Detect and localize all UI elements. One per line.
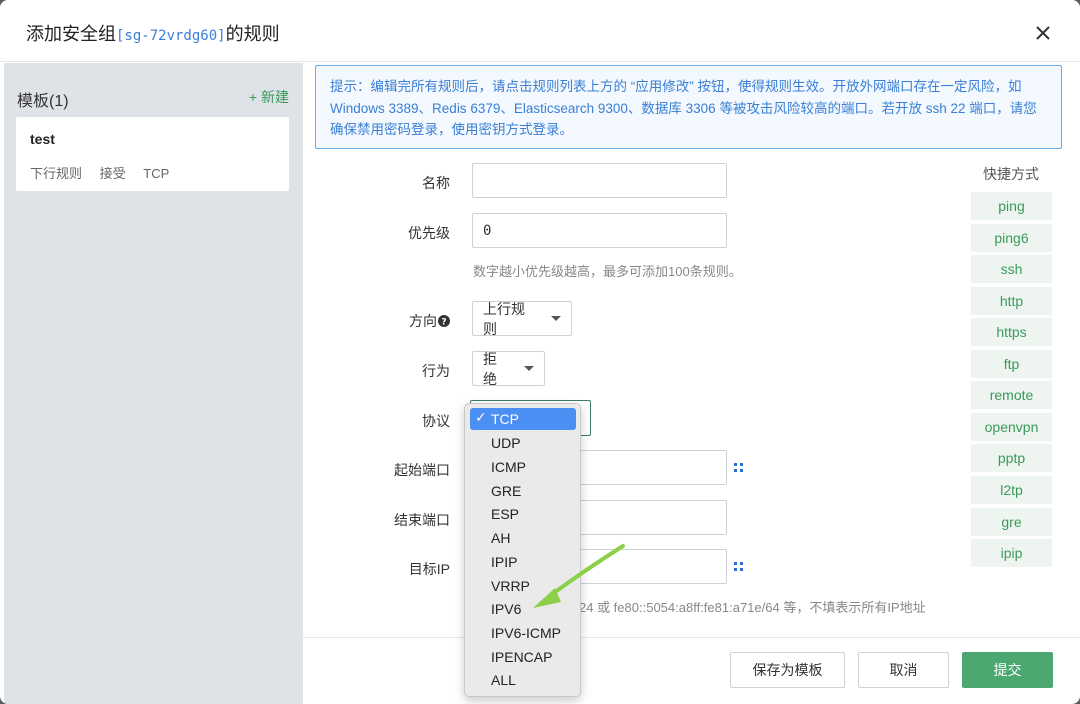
security-group-id: [sg-72vrdg60] [116,28,226,44]
action-label: 行为 [422,363,450,379]
quick-setting-ping6[interactable]: ping6 [971,224,1052,252]
quick-setting-l2tp[interactable]: l2tp [971,476,1052,504]
direction-label-text: 方向 [409,313,437,329]
svg-text:?: ? [441,318,446,328]
name-input[interactable] [472,163,727,198]
quick-setting-ping[interactable]: ping [971,192,1052,220]
protocol-dropdown-menu: ✓ TCP UDP ICMP GRE ESP AH IPIP VRRP IPV6… [464,403,581,697]
action-value: 拒绝 [483,350,497,387]
quick-settings-title: 快捷方式 [983,166,1039,182]
quick-setting-ssh[interactable]: ssh [971,255,1052,283]
dialog-title-suffix: 的规则 [225,24,280,44]
direction-select[interactable]: 上行规则 [472,300,572,337]
template-name: test [30,131,55,147]
quick-setting-https[interactable]: https [971,318,1052,346]
priority-label: 优先级 [408,225,450,241]
checkmark-icon: ✓ [475,409,487,425]
quick-setting-remote[interactable]: remote [971,381,1052,409]
protocol-option-vrrp[interactable]: VRRP [465,575,580,597]
quick-setting-ipip[interactable]: ipip [971,539,1052,567]
protocol-option-ipencap[interactable]: IPENCAP [465,646,580,668]
protocol-option-ah[interactable]: AH [465,527,580,549]
template-card[interactable]: test 下行规则 接受 TCP [16,117,289,191]
priority-input[interactable]: 0 [472,213,727,248]
dialog-title: 添加安全组[sg-72vrdg60]的规则 [26,20,280,46]
protocol-option-esp[interactable]: ESP [465,503,580,525]
chevron-down-icon [524,366,534,371]
template-protocol: TCP [143,166,170,181]
quick-setting-openvpn[interactable]: openvpn [971,413,1052,441]
direction-value: 上行规则 [483,300,525,337]
quick-setting-gre[interactable]: gre [971,508,1052,536]
close-icon[interactable] [1034,24,1052,42]
dialog-header: 添加安全组[sg-72vrdg60]的规则 [0,0,1080,62]
protocol-option-ipv6-icmp[interactable]: IPV6-ICMP [465,622,580,644]
template-action: 接受 [99,166,126,181]
add-rule-dialog: 添加安全组[sg-72vrdg60]的规则 模板(1) + 新建 test 下行… [0,0,1080,704]
quick-setting-ftp[interactable]: ftp [971,350,1052,378]
template-list-heading: 模板(1) [17,93,69,110]
target-ip-help: 24 或 fe80::5054:a8ff:fe81:a71e/64 等，不填表示… [579,600,926,615]
protocol-option-all[interactable]: ALL [465,669,580,691]
protocol-option-icmp[interactable]: ICMP [465,456,580,478]
template-meta: 下行规则 接受 TCP [30,163,183,182]
cancel-button[interactable]: 取消 [858,652,949,688]
footer-divider [303,637,1080,638]
template-sidebar: 模板(1) + 新建 test 下行规则 接受 TCP [4,63,303,704]
protocol-option-label: TCP [491,411,519,427]
grid-icon[interactable] [734,463,744,473]
protocol-label: 协议 [422,413,450,429]
protocol-option-tcp[interactable]: ✓ TCP [470,408,576,430]
new-template-button[interactable]: + 新建 [249,87,289,107]
help-icon[interactable]: ? [438,315,450,328]
quick-setting-http[interactable]: http [971,287,1052,315]
submit-button[interactable]: 提交 [962,652,1053,688]
protocol-option-gre[interactable]: GRE [465,480,580,502]
quick-setting-pptp[interactable]: pptp [971,444,1052,472]
template-direction: 下行规则 [30,166,83,181]
direction-label: 方向? [370,311,450,331]
save-as-template-button[interactable]: 保存为模板 [730,652,845,688]
target-ip-label: 目标IP [408,561,450,577]
action-select[interactable]: 拒绝 [472,350,545,387]
grid-icon[interactable] [734,562,744,572]
dialog-title-prefix: 添加安全组 [26,24,116,44]
chevron-down-icon [551,316,561,321]
start-port-label: 起始端口 [394,462,450,478]
name-label: 名称 [422,175,450,191]
protocol-option-ipv6[interactable]: IPV6 [465,598,580,620]
protocol-option-udp[interactable]: UDP [465,432,580,454]
priority-help: 数字越小优先级越高，最多可添加100条规则。 [473,264,742,279]
end-port-label: 结束端口 [394,512,450,528]
protocol-option-ipip[interactable]: IPIP [465,551,580,573]
risk-notice: 提示：编辑完所有规则后，请点击规则列表上方的 “应用修改” 按钮，使得规则生效。… [315,65,1062,149]
